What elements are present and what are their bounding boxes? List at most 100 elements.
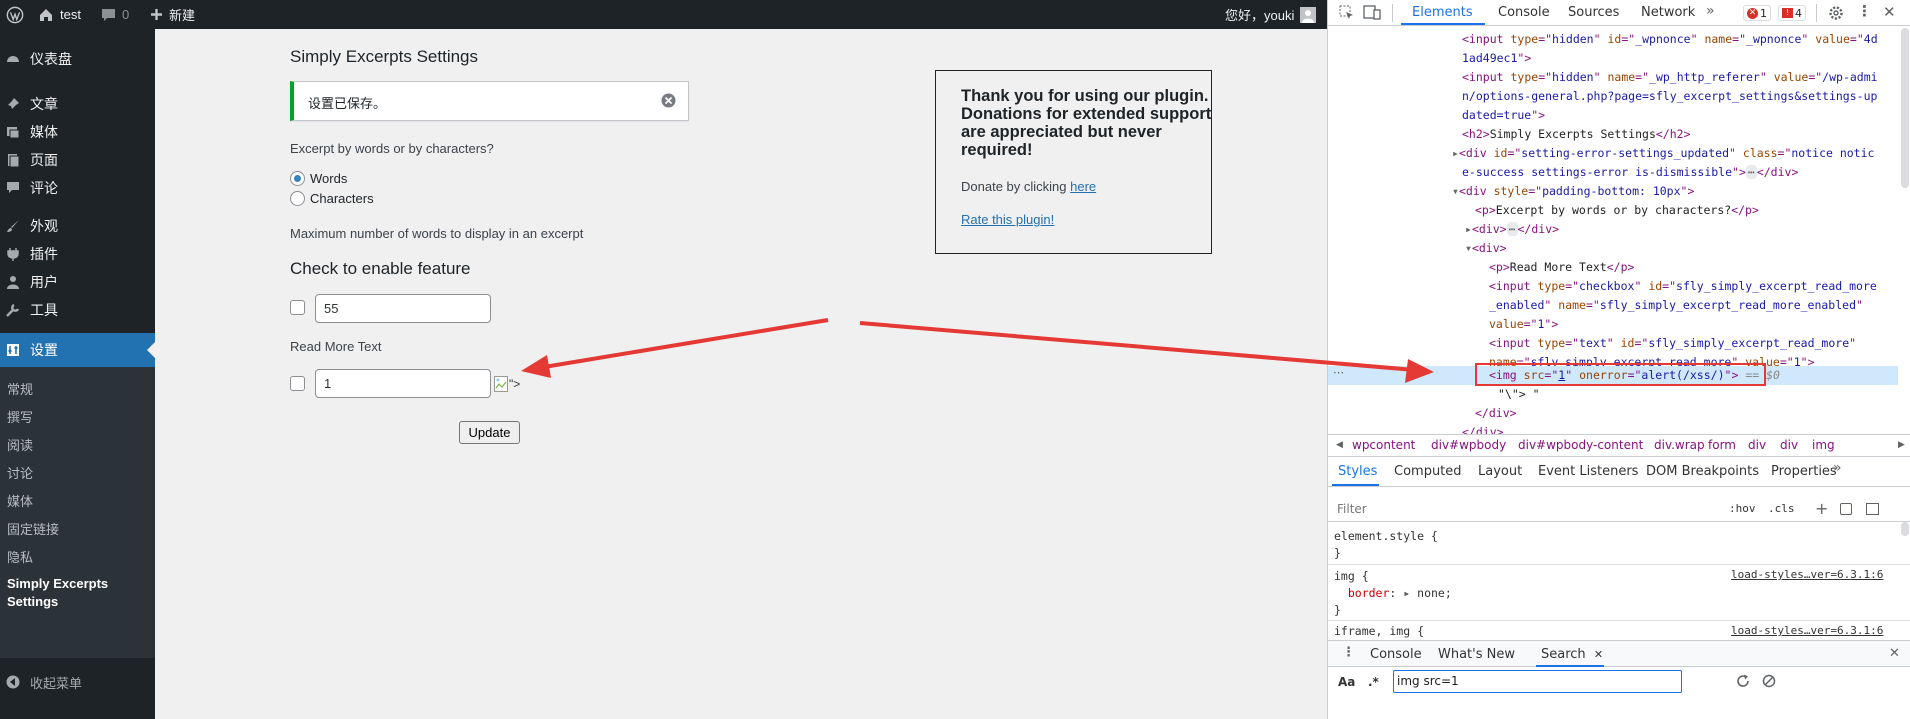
tab-properties[interactable]: Properties bbox=[1771, 464, 1837, 479]
tab-elements[interactable]: Elements bbox=[1412, 5, 1473, 20]
settings-gear-icon[interactable] bbox=[1828, 5, 1844, 21]
dom-line[interactable]: ▸<div> ⋯ </div> bbox=[1465, 220, 1559, 239]
drawer-tab-search[interactable]: Search ✕ bbox=[1541, 647, 1603, 662]
styles-filter-input[interactable]: Filter bbox=[1337, 502, 1367, 516]
dom-line[interactable]: dated=true"> bbox=[1462, 106, 1545, 125]
breadcrumb-item[interactable]: wpcontent bbox=[1352, 435, 1415, 456]
dom-line[interactable]: <input type="checkbox" id="sfly_simply_e… bbox=[1489, 277, 1877, 296]
match-case-toggle[interactable]: Aa bbox=[1338, 675, 1355, 689]
close-devtools-icon[interactable]: ✕ bbox=[1883, 3, 1896, 21]
update-button[interactable]: Update bbox=[459, 421, 520, 444]
tab-sources[interactable]: Sources bbox=[1568, 5, 1619, 20]
submenu-reading[interactable]: 阅读 bbox=[7, 435, 33, 454]
tab-console[interactable]: Console bbox=[1498, 5, 1550, 20]
drawer-menu-icon[interactable]: ⋮ bbox=[1342, 645, 1355, 660]
dom-line[interactable]: <p>Excerpt by words or by characters?</p… bbox=[1475, 201, 1759, 220]
sidebar-item-tools[interactable]: 工具 bbox=[0, 293, 155, 327]
dom-line[interactable]: value="1"> bbox=[1489, 315, 1558, 334]
breadcrumb-item[interactable]: div#wpbody bbox=[1431, 435, 1506, 456]
dom-scrollbar[interactable] bbox=[1901, 28, 1909, 188]
more-styles-tabs-icon[interactable]: » bbox=[1833, 460, 1842, 476]
rule-img[interactable]: img { border: ▸ none;} bbox=[1334, 568, 1452, 619]
close-search-tab-icon[interactable]: ✕ bbox=[1594, 648, 1603, 661]
rule-source-link[interactable]: load-styles…ver=6.3.1:6 bbox=[1731, 624, 1883, 637]
read-more-input[interactable]: 1 bbox=[315, 369, 491, 398]
new-content-link[interactable]: 新建 bbox=[150, 0, 195, 29]
radio-characters-row[interactable]: Characters bbox=[290, 191, 374, 206]
device-toolbar-icon[interactable] bbox=[1363, 5, 1381, 20]
sidebar-toggle-icon[interactable] bbox=[1866, 503, 1879, 515]
dom-line[interactable]: n/options-general.php?page=sfly_excerpt_… bbox=[1462, 87, 1877, 106]
wordpress-logo-icon[interactable] bbox=[6, 0, 24, 29]
breadcrumb-item[interactable]: form bbox=[1708, 435, 1736, 456]
submenu-simply-excerpts[interactable]: Simply Excerpts Settings bbox=[7, 575, 117, 611]
tab-network[interactable]: Network bbox=[1641, 5, 1695, 20]
sidebar-item-comments[interactable]: 评论 bbox=[0, 171, 155, 205]
collapse-menu-button[interactable]: 收起菜单 bbox=[0, 665, 155, 699]
dismiss-icon[interactable] bbox=[661, 93, 676, 108]
search-input[interactable]: img src=1 bbox=[1393, 670, 1682, 693]
submenu-media[interactable]: 媒体 bbox=[7, 491, 33, 510]
max-words-input[interactable]: 55 bbox=[315, 294, 491, 323]
breadcrumb-item[interactable]: div bbox=[1748, 435, 1766, 456]
max-words-checkbox[interactable] bbox=[290, 300, 305, 315]
tab-computed[interactable]: Computed bbox=[1394, 464, 1462, 479]
dom-line[interactable]: ▾<div> bbox=[1465, 239, 1507, 258]
breadcrumb-item[interactable]: div bbox=[1780, 435, 1798, 456]
issues-badge[interactable]: ! 4 bbox=[1778, 5, 1806, 21]
radio-words[interactable] bbox=[290, 171, 305, 186]
close-drawer-icon[interactable]: ✕ bbox=[1889, 646, 1900, 661]
breadcrumb-item[interactable]: div.wrap bbox=[1654, 435, 1705, 456]
submenu-permalinks[interactable]: 固定链接 bbox=[7, 519, 59, 538]
dom-line[interactable]: </div> bbox=[1475, 404, 1517, 423]
sidebar-item-dashboard[interactable]: 仪表盘 bbox=[0, 42, 155, 76]
dom-line[interactable]: ▾<div style="padding-bottom: 10px"> bbox=[1452, 182, 1694, 201]
rule-iframe-img-selector[interactable]: iframe, img { bbox=[1334, 624, 1424, 638]
sidebar-item-settings[interactable]: 设置 bbox=[0, 333, 155, 367]
dom-line[interactable]: <h2>Simply Excerpts Settings</h2> bbox=[1462, 125, 1691, 144]
styles-scrollbar[interactable] bbox=[1901, 522, 1909, 536]
regex-toggle[interactable]: .* bbox=[1368, 675, 1379, 689]
dom-line[interactable]: <input type="hidden" id="_wpnonce" name=… bbox=[1462, 30, 1878, 49]
rate-plugin-link[interactable]: Rate this plugin! bbox=[961, 212, 1211, 227]
tab-event-listeners[interactable]: Event Listeners bbox=[1538, 464, 1638, 479]
donate-here-link[interactable]: here bbox=[1070, 179, 1096, 194]
submenu-writing[interactable]: 撰写 bbox=[7, 407, 33, 426]
clear-icon[interactable] bbox=[1762, 674, 1776, 688]
dom-line[interactable]: ▸<div id="setting-error-settings_updated… bbox=[1452, 144, 1874, 163]
dom-line[interactable]: 1ad49ec1"> bbox=[1462, 49, 1531, 68]
paint-icon[interactable] bbox=[1840, 503, 1852, 515]
dom-line[interactable]: "\"> " bbox=[1498, 385, 1540, 404]
site-name-link[interactable]: test bbox=[38, 0, 81, 29]
inspect-element-icon[interactable] bbox=[1339, 5, 1354, 20]
breadcrumb-item[interactable]: img bbox=[1812, 435, 1835, 456]
submenu-discussion[interactable]: 讨论 bbox=[7, 463, 33, 482]
radio-words-row[interactable]: Words bbox=[290, 171, 347, 186]
breadcrumb-item[interactable]: div#wpbody-content bbox=[1518, 435, 1643, 456]
breadcrumb-right-icon[interactable]: ▶ bbox=[1898, 435, 1905, 456]
tab-layout[interactable]: Layout bbox=[1478, 464, 1522, 479]
refresh-icon[interactable] bbox=[1736, 674, 1750, 688]
rule-source-link[interactable]: load-styles…ver=6.3.1:6 bbox=[1731, 568, 1883, 581]
read-more-checkbox[interactable] bbox=[290, 376, 305, 391]
dom-line[interactable]: <p>Read More Text</p> bbox=[1489, 258, 1634, 277]
kebab-menu-icon[interactable]: ⋮ bbox=[1857, 2, 1872, 20]
comments-link[interactable]: 0 bbox=[101, 0, 129, 29]
hov-toggle[interactable]: :hov bbox=[1729, 502, 1756, 515]
dom-line[interactable]: <input type="text" id="sfly_simply_excer… bbox=[1489, 334, 1856, 353]
submenu-privacy[interactable]: 隐私 bbox=[7, 547, 33, 566]
submenu-general[interactable]: 常规 bbox=[7, 379, 33, 398]
more-tabs-icon[interactable]: » bbox=[1706, 3, 1715, 19]
error-badge[interactable]: ✕ 1 bbox=[1743, 5, 1771, 21]
tab-dom-breakpoints[interactable]: DOM Breakpoints bbox=[1646, 464, 1759, 479]
dom-line[interactable]: e-success settings-error is-dismissible"… bbox=[1462, 163, 1798, 182]
dom-line-selected[interactable]: ⋯ <img src="1" onerror="alert(/xss/)"> =… bbox=[1328, 363, 1898, 386]
dom-line[interactable]: <input type="hidden" name="_wp_http_refe… bbox=[1462, 68, 1878, 87]
radio-characters[interactable] bbox=[290, 191, 305, 206]
new-rule-icon[interactable]: + bbox=[1815, 499, 1828, 518]
breadcrumb-left-icon[interactable]: ◀ bbox=[1336, 435, 1343, 456]
account-menu[interactable]: 您好，youki bbox=[1225, 0, 1317, 29]
tab-styles[interactable]: Styles bbox=[1338, 464, 1377, 479]
dom-line[interactable]: </div> bbox=[1462, 423, 1504, 434]
drawer-tab-whats-new[interactable]: What's New bbox=[1438, 647, 1515, 662]
